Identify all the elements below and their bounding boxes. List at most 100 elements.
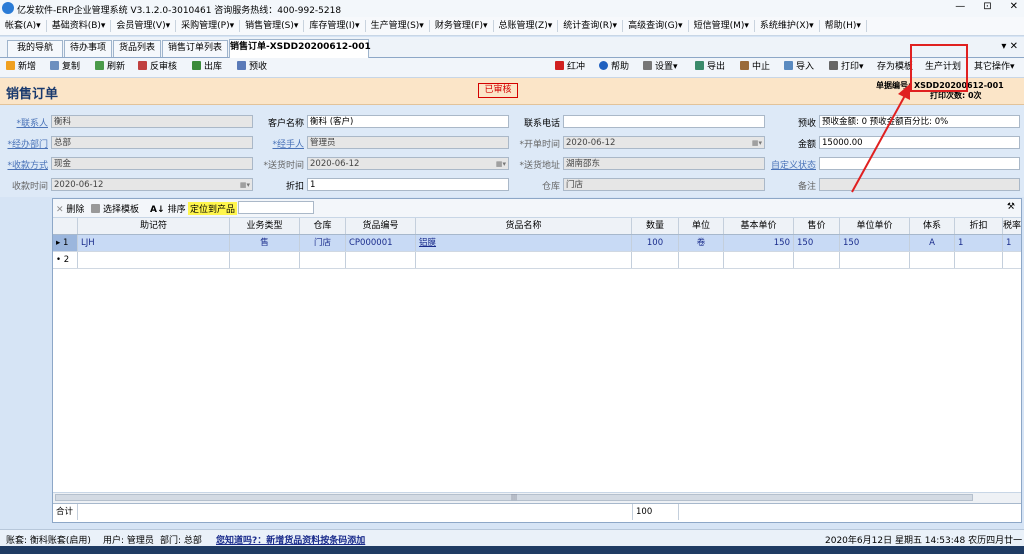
red-flush-button[interactable]: 红冲 [555,60,585,75]
prepay-button[interactable]: 预收 [237,60,267,75]
col-tax[interactable]: 税率 [1003,218,1021,234]
tab-todo[interactable]: 待办事项 [64,40,112,57]
dept-field[interactable]: 总部 [51,136,253,149]
new-button[interactable]: 新增 [6,60,36,75]
cell-base-price[interactable] [724,252,794,268]
sort-button[interactable]: A↓ 排序 [150,202,186,215]
col-base-price[interactable]: 基本单价 [724,218,794,234]
unaudit-button[interactable]: 反审核 [138,60,177,75]
col-product-no[interactable]: 货品编号 [346,218,416,234]
menu-production[interactable]: 生产管理(S)▾ [366,20,430,32]
menu-sales[interactable]: 销售管理(S)▾ [240,20,305,32]
scrollbar-thumb[interactable]: ||| [55,494,973,501]
menu-inventory[interactable]: 库存管理(I)▾ [304,20,366,32]
menu-sms[interactable]: 短信管理(M)▾ [689,20,755,32]
calendar-dropdown-icon[interactable]: ▦▾ [240,179,250,190]
col-discount[interactable]: 折扣 [955,218,1003,234]
cell-unit[interactable]: 卷 [679,235,724,251]
menu-purchase[interactable]: 采购管理(P)▾ [176,20,241,32]
grid-delete-button[interactable]: ✕ 删除 [56,202,84,215]
col-system[interactable]: 体系 [910,218,955,234]
collect-time-field[interactable]: 2020-06-12 ▦▾ [51,178,253,191]
cell-tax[interactable]: 1 [1003,235,1021,251]
cell-sale-price[interactable] [794,252,840,268]
refresh-button[interactable]: 刷新 [95,60,125,75]
cell-base-price[interactable]: 150 [724,235,794,251]
menu-advanced-query[interactable]: 高级查询(G)▾ [623,20,689,32]
settings-button[interactable]: 设置▾ [643,60,678,75]
menu-statistics[interactable]: 统计查询(R)▾ [558,20,624,32]
menu-member[interactable]: 会员管理(V)▾ [111,20,177,32]
cell-system[interactable] [910,252,955,268]
save-template-button[interactable]: 存为模板 [877,60,913,75]
cell-qty[interactable]: 100 [632,235,679,251]
cell-mnemonic[interactable] [78,252,230,268]
close-button[interactable]: ✕ [1010,1,1018,12]
delivery-address-field[interactable]: 湖南邵东 [563,157,765,170]
menu-system[interactable]: 系统维护(X)▾ [755,20,820,32]
export-button[interactable]: 导出 [695,60,725,75]
cell-product-no[interactable]: CP000001 [346,235,416,251]
cell-discount[interactable]: 1 [955,235,1003,251]
customer-field[interactable]: 衡科 (客户) [307,115,509,128]
menu-finance[interactable]: 财务管理(F)▾ [430,20,494,32]
grid-settings-icon[interactable]: ⚒ [1007,202,1015,212]
calendar-dropdown-icon[interactable]: ▦▾ [496,158,506,169]
menu-help[interactable]: 帮助(H)▾ [820,20,867,32]
import-button[interactable]: 导入 [784,60,814,75]
table-row[interactable]: • 2 [53,252,1021,269]
table-row[interactable]: ▸ 1 LJH 售 门店 CP000001 铝膜 100 卷 150 150 1… [53,235,1021,252]
menu-account[interactable]: 帐套(A)▾ [0,20,47,32]
tab-my-navigation[interactable]: 我的导航 [7,40,63,57]
restore-button[interactable]: ⊡ [983,1,991,12]
col-product-name[interactable]: 货品名称 [416,218,632,234]
copy-button[interactable]: 复制 [50,60,80,75]
cell-qty[interactable] [632,252,679,268]
cell-mnemonic[interactable]: LJH [78,235,230,251]
col-biz-type[interactable]: 业务类型 [230,218,300,234]
cell-sale-price[interactable]: 150 [794,235,840,251]
other-ops-button[interactable]: 其它操作▾ [974,60,1015,75]
stop-button[interactable]: 中止 [740,60,770,75]
custom-status-link[interactable]: 自定义状态 [768,158,816,171]
cell-biz-type[interactable] [230,252,300,268]
open-time-field[interactable]: 2020-06-12 ▦▾ [563,136,765,149]
cell-unit-price[interactable]: 150 [840,235,910,251]
cell-unit[interactable] [679,252,724,268]
locate-product-button[interactable]: 定位到产品 [188,202,238,215]
discount-field[interactable]: 1 [307,178,509,191]
outstock-button[interactable]: 出库 [192,60,222,75]
tab-product-list[interactable]: 货品列表 [113,40,161,57]
cell-warehouse[interactable]: 门店 [300,235,346,251]
col-sale-price[interactable]: 售价 [794,218,840,234]
delivery-time-field[interactable]: 2020-06-12 ▦▾ [307,157,509,170]
status-tip-link[interactable]: 您知道吗?：新增货品资料按条码添加 [216,533,365,546]
cell-system[interactable]: A [910,235,955,251]
col-mnemonic[interactable]: 助记符 [78,218,230,234]
calendar-dropdown-icon[interactable]: ▦▾ [752,137,762,148]
menu-ledger[interactable]: 总账管理(Z)▾ [494,20,559,32]
cell-unit-price[interactable] [840,252,910,268]
print-button[interactable]: 打印▾ [829,60,864,75]
menu-basic-data[interactable]: 基础资料(B)▾ [47,20,112,32]
col-warehouse[interactable]: 仓库 [300,218,346,234]
cell-discount[interactable] [955,252,1003,268]
tab-sales-order-detail[interactable]: 销售订单-XSDD20200612-001 [229,39,371,58]
choose-template-button[interactable]: 选择模板 [91,202,139,215]
cell-product-name[interactable] [416,252,632,268]
cell-tax[interactable] [1003,252,1021,268]
payment-method-field[interactable]: 现金 [51,157,253,170]
contact-field[interactable]: 衡科 [51,115,253,128]
tab-sales-order-list[interactable]: 销售订单列表 [162,40,228,57]
help-button[interactable]: 帮助 [599,60,629,75]
warehouse-field[interactable]: 门店 [563,178,765,191]
phone-field[interactable] [563,115,765,128]
col-qty[interactable]: 数量 [632,218,679,234]
locate-product-input[interactable] [238,201,314,214]
cell-product-no[interactable] [346,252,416,268]
minimize-button[interactable]: — [955,1,965,12]
col-unit-price[interactable]: 单位单价 [840,218,910,234]
col-unit[interactable]: 单位 [679,218,724,234]
cell-product-name[interactable]: 铝膜 [416,235,632,251]
handler-field[interactable]: 管理员 [307,136,509,149]
